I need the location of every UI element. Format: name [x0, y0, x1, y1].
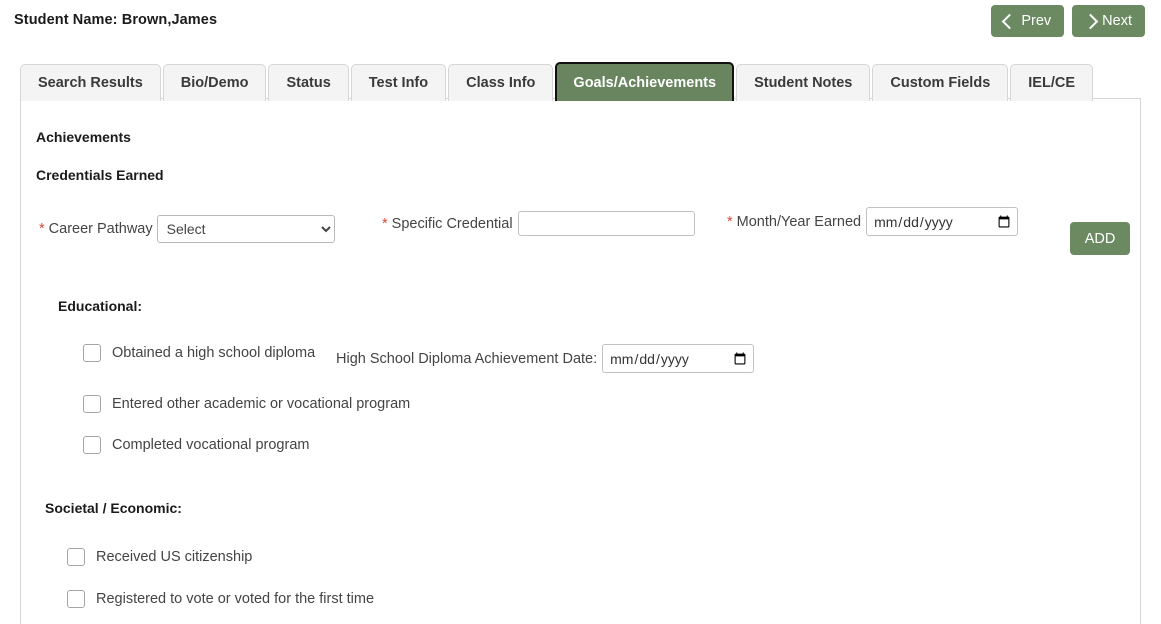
add-credential-button[interactable]: ADD: [1070, 222, 1130, 255]
chevron-right-icon: [1082, 13, 1099, 29]
tab-iel-ce[interactable]: IEL/CE: [1010, 64, 1093, 101]
chevron-left-icon: [1002, 13, 1018, 29]
checkbox-received-us-citizenship[interactable]: [67, 548, 85, 566]
month-year-earned-field: * Month/Year Earned: [727, 207, 1019, 236]
checkbox-label-entered-other-program: Entered other academic or vocational pro…: [112, 396, 411, 412]
tab-bar: Search Results Bio/Demo Status Test Info…: [20, 62, 1093, 101]
career-pathway-field: * Career Pathway Select: [39, 215, 335, 243]
career-pathway-label: Career Pathway: [48, 221, 153, 237]
societal-economic-section-title: Societal / Economic:: [45, 500, 182, 516]
tab-status[interactable]: Status: [268, 64, 349, 101]
month-year-earned-date-input[interactable]: [866, 207, 1019, 236]
tab-class-info[interactable]: Class Info: [448, 64, 554, 101]
tab-custom-fields[interactable]: Custom Fields: [872, 64, 1009, 101]
prev-button[interactable]: Prev: [991, 5, 1065, 37]
credentials-earned-heading: Credentials Earned: [36, 167, 164, 183]
checkbox-completed-vocational-program[interactable]: [83, 436, 101, 454]
achievements-heading: Achievements: [36, 129, 131, 145]
hs-diploma-achievement-date-label: High School Diploma Achievement Date:: [336, 350, 598, 367]
specific-credential-label: Specific Credential: [391, 215, 513, 232]
hs-diploma-achievement-date-input[interactable]: [602, 344, 755, 373]
specific-credential-field: * Specific Credential: [382, 211, 695, 236]
tab-search-results[interactable]: Search Results: [20, 64, 161, 101]
checkbox-row-completed-vocational-program: Completed vocational program: [83, 436, 309, 454]
checkbox-row-obtained-hs-diploma: Obtained a high school diploma: [83, 344, 315, 362]
tab-bio-demo[interactable]: Bio/Demo: [162, 64, 267, 101]
educational-section-title: Educational:: [58, 298, 143, 314]
tab-student-notes[interactable]: Student Notes: [736, 64, 871, 101]
required-asterisk: *: [382, 215, 388, 232]
checkbox-entered-other-program[interactable]: [83, 395, 101, 413]
page-title: Student Name: Brown,James: [14, 12, 218, 28]
checkbox-row-entered-other-program: Entered other academic or vocational pro…: [83, 395, 410, 413]
next-button[interactable]: Next: [1072, 5, 1145, 37]
checkbox-row-received-us-citizenship: Received US citizenship: [67, 548, 252, 566]
tab-goals-achievements[interactable]: Goals/Achievements: [555, 62, 735, 101]
required-asterisk: *: [39, 221, 45, 237]
next-button-label: Next: [1102, 12, 1132, 29]
credentials-form-row: * Career Pathway Select * Specific Crede…: [21, 207, 1140, 267]
checkbox-row-registered-to-vote: Registered to vote or voted for the firs…: [67, 590, 374, 608]
prev-button-label: Prev: [1021, 12, 1052, 29]
specific-credential-input[interactable]: [517, 211, 695, 236]
checkbox-label-obtained-hs-diploma: Obtained a high school diploma: [112, 345, 316, 361]
required-asterisk: *: [727, 213, 733, 230]
goals-achievements-panel: Achievements Credentials Earned * Career…: [20, 98, 1141, 624]
checkbox-obtained-hs-diploma[interactable]: [83, 344, 101, 362]
career-pathway-select[interactable]: Select: [156, 215, 335, 243]
record-navigation: Prev Next: [991, 5, 1145, 37]
checkbox-label-registered-to-vote: Registered to vote or voted for the firs…: [96, 591, 375, 607]
checkbox-label-completed-vocational-program: Completed vocational program: [112, 437, 310, 453]
hs-diploma-achievement-date-field: High School Diploma Achievement Date:: [336, 344, 755, 373]
checkbox-registered-to-vote[interactable]: [67, 590, 85, 608]
tab-test-info[interactable]: Test Info: [350, 64, 447, 101]
page-header: Student Name: Brown,James Prev Next: [0, 0, 1161, 44]
month-year-earned-label: Month/Year Earned: [736, 213, 862, 230]
checkbox-label-received-us-citizenship: Received US citizenship: [96, 549, 253, 565]
